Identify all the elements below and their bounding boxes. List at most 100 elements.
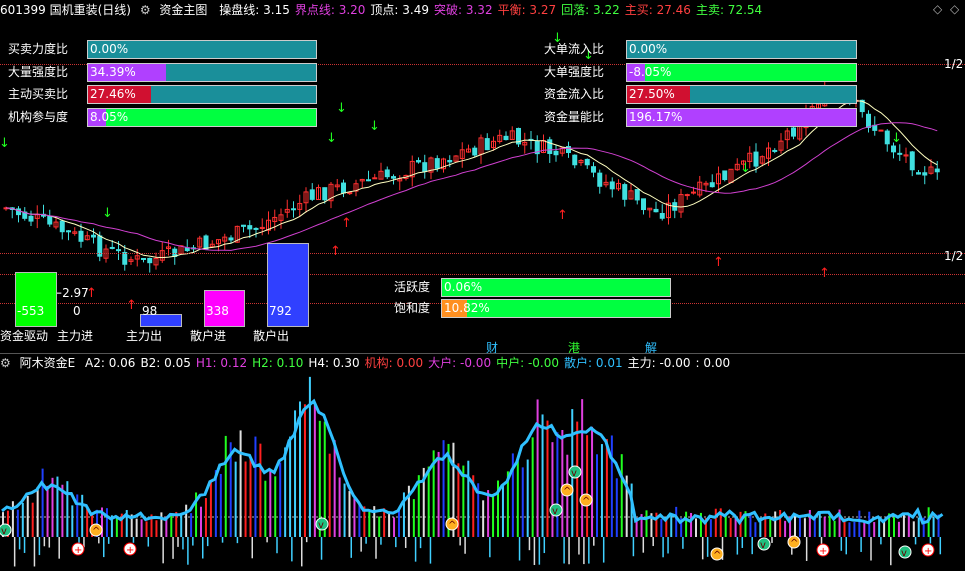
fund-flow-bar: [685, 511, 688, 537]
fund-flow-bar: [180, 513, 183, 537]
fund-flow-chart[interactable]: v ^+ +v ^v^v^^v ^+ v +: [0, 372, 965, 571]
fund-flow-bar-negative: [162, 537, 164, 564]
fund-flow-bar-negative: [652, 537, 654, 547]
diamond-up-icon[interactable]: ◇: [933, 2, 942, 16]
fund-flow-bar-negative: [320, 537, 323, 560]
fund-flow-bar-negative: [18, 537, 21, 550]
sub-header-values: A2: 0.06 B2: 0.05 H1: 0.12 H2: 0.10 H4: 0.30…: [85, 356, 735, 370]
candle-body: [291, 208, 296, 211]
candle-body: [584, 158, 590, 166]
fund-flow-bar: [576, 421, 579, 537]
diamond-down-icon[interactable]: ◇: [950, 2, 959, 16]
fund-flow-bar: [482, 500, 485, 537]
fund-flow-bar-negative: [419, 537, 422, 549]
fund-flow-bar-negative: [593, 537, 595, 546]
left-bar-value: 8.05%: [90, 109, 129, 124]
right-bar-label: 大单流入比: [544, 42, 605, 56]
fund-flow-bar: [591, 426, 594, 537]
fund-flow-bar: [818, 512, 821, 537]
fund-flow-bar: [328, 453, 331, 537]
fund-flow-bar: [714, 508, 717, 537]
fund-column-value: -553: [17, 304, 45, 318]
candle-body: [241, 224, 246, 227]
left-bar-track: 27.46%: [87, 85, 317, 104]
candle-body: [447, 159, 453, 163]
fund-flow-bar-negative: [404, 537, 407, 548]
candle-body: [416, 160, 421, 163]
header-value-7: 主卖: 72.54: [695, 3, 763, 17]
fund-flow-bar: [160, 512, 163, 537]
candle-body: [347, 192, 353, 195]
left-bar-track: 34.39%: [87, 62, 317, 82]
scale-label-lower: 1/2: [944, 249, 964, 263]
fund-flow-bar: [823, 516, 826, 537]
indicator-name[interactable]: 资金主图: [159, 3, 207, 17]
settings-gear-icon[interactable]: ⚙: [0, 356, 11, 370]
diamond-up-icon: ^: [787, 535, 801, 549]
fund-flow-bar: [66, 481, 69, 537]
fund-flow-bar: [848, 522, 851, 537]
fund-flow-bar-negative: [642, 537, 645, 553]
sub-header-value-7: 中户: -0.00: [496, 356, 560, 370]
cross-circle-icon: +: [123, 542, 137, 556]
candle-body: [141, 257, 146, 260]
diamond-down-icon: v: [757, 537, 771, 551]
sub-indicator-name[interactable]: 阿木资金E: [20, 356, 76, 370]
fund-flow-bar-negative: [459, 537, 461, 546]
fund-flow-bar: [556, 432, 559, 537]
settings-gear-icon[interactable]: ⚙: [140, 3, 151, 17]
fund-flow-bar: [219, 473, 222, 537]
right-bar-value: 0.00%: [629, 42, 668, 56]
fund-flow-bar: [284, 447, 287, 537]
diamond-down-icon: v: [315, 517, 329, 531]
fund-flow-bar-negative: [528, 537, 531, 551]
header-value-2: 顶点: 3.49: [370, 3, 429, 17]
stock-code-name[interactable]: 601399 国机重装(日线): [0, 3, 131, 17]
fund-column-value: 98: [142, 304, 158, 318]
right-bar-1: 大单强度比 -8.05%: [544, 62, 859, 82]
fund-flow-bar-negative: [251, 537, 253, 559]
boundary-line: [5, 122, 938, 251]
candle-body: [116, 249, 121, 252]
left-bar-label: 主动买卖比: [8, 87, 69, 101]
left-bar-value: 34.39%: [90, 64, 136, 79]
fund-flow-bar-negative: [43, 537, 46, 547]
sub-header-value-2: H1: 0.12: [195, 356, 248, 370]
sub-header-value-4: H4: 0.30: [308, 356, 360, 370]
fund-flow-bar-negative: [429, 537, 432, 564]
fund-flow-bar: [853, 522, 856, 537]
fund-flow-bar-negative: [103, 537, 105, 558]
fund-flow-bar: [155, 520, 158, 537]
fund-flow-bar: [200, 506, 202, 537]
svg-text:^: ^: [92, 526, 100, 537]
activity-bar-label: 饱和度: [394, 301, 431, 315]
candle-body: [641, 198, 646, 211]
fund-flow-bar: [883, 521, 886, 537]
fund-flow-bar-negative: [23, 537, 26, 553]
right-bar-2: 资金流入比 27.50%: [544, 85, 859, 104]
candle-body: [609, 181, 615, 190]
candle-body: [572, 154, 578, 166]
candle-body: [891, 145, 896, 153]
down-arrow-icon: ↓: [369, 119, 380, 134]
sub-header-value-5: 机构: 0.00: [364, 356, 424, 370]
fund-flow-bar-negative: [177, 537, 179, 547]
candle-body: [147, 257, 153, 264]
fund-flow-bar-negative: [305, 537, 308, 543]
fund-flow-bar: [769, 518, 772, 537]
candle-body: [66, 230, 71, 233]
fund-flow-bar-negative: [860, 537, 862, 552]
fund-column-label: 主力进: [57, 329, 94, 343]
right-bar-track: 196.17%: [626, 107, 857, 127]
fund-flow-bar-negative: [395, 537, 397, 548]
fund-flow-bar-negative: [48, 537, 51, 548]
fund-flow-bar: [873, 522, 876, 537]
left-bar-0: 买卖力度比 0.00%: [8, 40, 319, 59]
candle-body: [547, 139, 553, 154]
svg-text:+: +: [819, 546, 827, 557]
candle-body: [634, 189, 640, 201]
diamond-up-icon: ^: [89, 523, 103, 537]
left-bar-label: 大量强度比: [8, 64, 69, 79]
candle-body: [691, 191, 696, 194]
fund-flow-bar: [105, 508, 108, 537]
